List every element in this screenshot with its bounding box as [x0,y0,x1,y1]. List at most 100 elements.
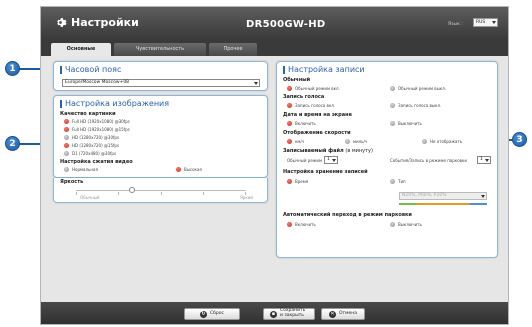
language-value: RUS [476,20,486,25]
file-note: (в минуту) [345,148,373,154]
parking-label: Автоматический переход в режим парковки [283,212,412,218]
file-event-label: События/Запись в режиме парковки [390,158,468,163]
speed-kmh[interactable]: км/ч [287,139,304,144]
storage-time[interactable]: Время [287,179,308,184]
save-button[interactable]: ▪ Сохранить и закрыть [263,308,315,320]
voice-off[interactable]: Запись голоса выкл. [390,103,441,108]
storage-ratio-value: N20%, P60%, P20% [402,193,447,198]
storage-type[interactable]: Тип [390,179,406,184]
title-bar: Настройки DR500GW-HD Язык : RUS [41,7,508,39]
bottom-bar: ↻ Сброс ▪ Сохранить и закрыть ✕ Отмена [41,302,508,324]
reset-button[interactable]: ↻ Сброс [184,308,240,320]
quality-option-label: Full HD (1920x1080) @15fps [72,127,130,132]
voice-on[interactable]: Запись голоса вкл. [287,103,335,108]
chevron-down-icon [254,82,258,85]
normal-off[interactable]: Обычный режим выкл. [390,86,446,91]
recording-title: Настройка записи [283,65,365,74]
brightness-knob[interactable] [129,187,136,193]
radio-selected[interactable] [64,119,69,124]
radio-unselected[interactable] [422,139,427,144]
slider-tick [118,192,119,195]
parking-off[interactable]: Выключить [390,222,422,227]
gear-icon [57,18,67,27]
radio-unselected[interactable] [390,179,395,184]
radio-unselected[interactable] [390,86,395,91]
radio-selected[interactable] [287,103,292,108]
option-label: Включить [295,222,316,227]
window-title: Настройки [71,16,139,29]
timezone-title-text: Часовой пояс [65,65,122,74]
language-select[interactable]: RUS [473,18,498,27]
radio-unselected[interactable] [390,121,395,126]
file-label: Записываемый файл (в минуту) [283,148,373,154]
radio-unselected[interactable] [64,151,69,156]
radio-unselected[interactable] [390,103,395,108]
quality-option[interactable]: Full HD (1920x1080) @30fps [64,119,130,124]
option-label: км/ч [295,139,305,144]
radio-unselected[interactable] [64,135,69,140]
compression-option-label: Высокая [184,167,202,172]
tab-sensitivity[interactable]: Чувствительность [114,43,206,56]
file-normal-select[interactable]: 1 [324,156,338,164]
option-label: Запись голоса выкл. [398,103,442,108]
radio-selected[interactable] [287,222,292,227]
compression-normal[interactable]: Нормальная [64,167,98,172]
quality-option-label: HD (1280x720) @30fps [72,135,120,140]
speed-none[interactable]: Не отображать [422,139,462,144]
radio-selected[interactable] [287,86,292,91]
storage-ratio-select[interactable]: N20%, P60%, P20% [399,192,487,200]
compression-high[interactable]: Высокая [176,167,202,172]
quality-option[interactable]: D1 (720x480) @30fps [64,151,116,156]
callout-3: 3 [512,132,527,147]
slider-tick [203,192,204,195]
compression-option-label: Нормальная [72,167,98,172]
compression-label: Настройка сжатия видео [60,159,133,165]
speed-mph[interactable]: миль/ч [345,139,367,144]
quality-option-label: HD (1280x720) @15fps [72,143,120,148]
slider-tick [161,192,162,195]
refresh-icon: ↻ [199,310,207,318]
storage-label: Настройка хранение записей [283,169,368,175]
chevron-down-icon [332,159,336,162]
timezone-select[interactable]: Europe/Moscow Moscow+08 [62,79,260,87]
file-event-value: 1 [480,157,483,162]
radio-unselected[interactable] [390,222,395,227]
datetime-off[interactable]: Выключить [390,121,422,126]
radio-selected[interactable] [64,143,69,148]
radio-unselected[interactable] [64,167,69,172]
language-label: Язык : [448,22,463,27]
radio-selected[interactable] [287,121,292,126]
option-label: Выключить [398,121,422,126]
recording-panel: Настройка записи Обычный Обычный режим в… [276,61,498,258]
radio-selected[interactable] [287,139,292,144]
cancel-button[interactable]: ✕ Отмена [321,308,365,320]
file-event-select[interactable]: 1 [477,156,491,164]
image-title-text: Настройка изображения [65,99,170,108]
radio-unselected[interactable] [345,139,350,144]
settings-content: Часовой пояс Europe/Moscow Moscow+08 Нас… [41,56,508,302]
option-label: Обычный режим вкл. [295,86,340,91]
brightness-label: Яркость [60,179,84,185]
storage-ratio-bar [399,203,487,205]
tab-general[interactable]: Основные [51,43,111,56]
datetime-on[interactable]: Включить [287,121,316,126]
callout-2: 2 [5,136,20,151]
cancel-label: Отмена [338,310,358,316]
tab-other[interactable]: Прочее [209,43,257,56]
timezone-title: Часовой пояс [60,65,121,74]
recording-title-text: Настройка записи [288,65,365,74]
option-label: Включить [295,121,316,126]
tab-bar: Основные Чувствительность Прочее [41,39,508,56]
reset-label: Сброс [209,310,224,316]
radio-selected[interactable] [287,179,292,184]
normal-on[interactable]: Обычный режим вкл. [287,86,340,91]
quality-option[interactable]: HD (1280x720) @30fps [64,135,119,140]
callout-1: 1 [5,61,20,76]
quality-option[interactable]: Full HD (1920x1080) @15fps [64,127,130,132]
quality-option-label: Full HD (1920x1080) @30fps [72,119,130,124]
brightness-slider[interactable] [76,190,246,191]
parking-on[interactable]: Включить [287,222,316,227]
radio-selected[interactable] [64,127,69,132]
radio-selected[interactable] [176,167,181,172]
quality-option[interactable]: HD (1280x720) @15fps [64,143,119,148]
